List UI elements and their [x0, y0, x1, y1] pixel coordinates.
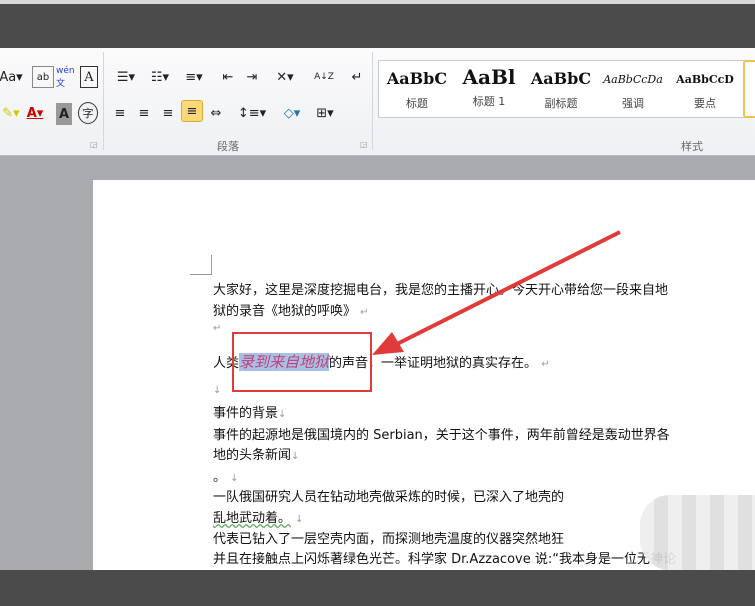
status-bar: [0, 570, 755, 606]
pixelated-watermark: [640, 495, 755, 570]
arrow-shaft: [394, 230, 621, 347]
